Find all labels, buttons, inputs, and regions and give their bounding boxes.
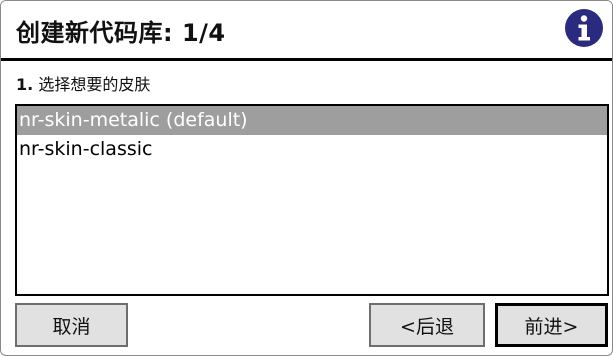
info-icon[interactable] [564, 8, 604, 48]
skin-listbox[interactable]: nr-skin-metalic (default) nr-skin-classi… [15, 104, 609, 296]
step-text: 选择想要的皮肤 [38, 75, 151, 94]
step-label: 1. 选择想要的皮肤 [16, 71, 150, 95]
dialog-title: 创建新代码库: 1/4 [16, 19, 226, 47]
list-item-skin-classic[interactable]: nr-skin-classic [17, 135, 607, 164]
next-button[interactable]: 前进> [495, 303, 608, 347]
title-bar: 创建新代码库: 1/4 [1, 1, 612, 61]
cancel-button[interactable]: 取消 [15, 303, 128, 347]
wizard-dialog: 创建新代码库: 1/4 1. 选择想要的皮肤 nr-skin-metalic (… [0, 0, 613, 356]
list-item-skin-metalic[interactable]: nr-skin-metalic (default) [17, 106, 607, 135]
step-number: 1. [16, 75, 34, 94]
back-button[interactable]: <后退 [369, 303, 485, 347]
